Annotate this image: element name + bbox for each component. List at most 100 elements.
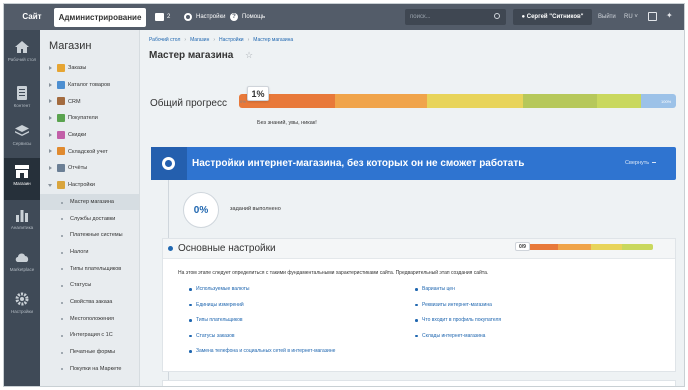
sidebar-item-orders[interactable]: Заказы [40, 60, 139, 77]
bullet-icon [61, 201, 63, 204]
star-icon[interactable]: ☆ [245, 50, 253, 61]
menu-item-analytics[interactable]: Аналитика [4, 202, 40, 244]
search-icon[interactable] [494, 13, 500, 19]
task-link[interactable]: Единицы измерений [189, 301, 335, 317]
menu-item-shop[interactable]: Магазин [4, 158, 40, 200]
expand-icon[interactable] [49, 116, 52, 121]
tasks-percent: 0% [183, 192, 219, 228]
settings-folder-icon [57, 180, 65, 189]
bullet-icon [61, 368, 63, 371]
task-link[interactable]: Что входит в профиль покупателя [415, 316, 501, 332]
user-menu-button[interactable]: ● Сергей "Ситников" [513, 9, 592, 25]
pin-icon[interactable]: ✦ [666, 11, 673, 21]
sidebar-subitem-label: Печатные формы [70, 349, 116, 356]
sidebar-subitem-locations[interactable]: Местоположения [40, 310, 139, 327]
settings-banner: Настройки интернет-магазина, без которых… [151, 147, 676, 180]
task-link[interactable]: Используемые валюты [189, 285, 335, 301]
logout-link[interactable]: Выйти [598, 10, 616, 24]
sidebar-item-crm[interactable]: CRM [40, 93, 139, 110]
sidebar-subitem-taxes[interactable]: Налоги [40, 244, 139, 261]
collapse-button[interactable]: Свернуть [625, 160, 657, 166]
menu-item-desktop[interactable]: Рабочий стол [4, 34, 40, 76]
sidebar-item-settings[interactable]: Настройки [40, 177, 139, 194]
basic-settings-card: Основные настройки 0/9 На этом этапе сле… [162, 238, 676, 372]
sidebar-item-warehouse[interactable]: Складской учет [40, 143, 139, 160]
catalog-icon [57, 80, 65, 89]
progress-bar [239, 94, 676, 108]
breadcrumb: Рабочий стол › Магазин › Настройки › Мастер… [149, 37, 294, 43]
breadcrumb-item[interactable]: Магазин [190, 37, 209, 43]
sidebar-subitem-market[interactable]: Покупки на Маркете [40, 360, 139, 377]
sidebar-subitem-delivery[interactable]: Службы доставки [40, 210, 139, 227]
sidebar-subitem-label: Мастер магазина [70, 198, 114, 205]
notifications-icon [155, 13, 164, 21]
expand-icon[interactable] [49, 66, 52, 70]
main-menu: Рабочий стол Контент Сервисы Магазин Ана… [4, 30, 40, 386]
menu-item-content[interactable]: Контент [4, 80, 40, 122]
task-link[interactable]: Реквизиты интернет-магазина [415, 301, 501, 317]
card-header[interactable]: Основные настройки 0/9 [163, 239, 675, 259]
sidebar-item-label: Настройки [68, 182, 95, 189]
notifications-button[interactable]: 2 [155, 10, 170, 24]
main-content: Рабочий стол › Магазин › Настройки › Мастер… [141, 30, 684, 386]
expand-icon[interactable] [49, 149, 52, 154]
sidebar-subitem-payment[interactable]: Платежные системы [40, 227, 139, 244]
sidebar-item-catalog[interactable]: Каталог товаров [40, 77, 139, 94]
expand-icon[interactable] [49, 99, 52, 104]
menu-label: Контент [13, 103, 31, 108]
breadcrumb-item[interactable]: Мастер магазина [253, 37, 293, 43]
sidebar-subitem-statuses[interactable]: Статусы [40, 277, 139, 294]
sidebar-item-label: Заказы [68, 65, 87, 72]
window-icon[interactable] [648, 12, 657, 21]
menu-item-services[interactable]: Сервисы [4, 118, 40, 160]
sidebar-subitem-label: Службы доставки [70, 215, 116, 222]
discounts-icon [57, 130, 65, 139]
menu-item-marketplace[interactable]: Marketplace [4, 244, 40, 286]
reports-icon [57, 164, 65, 173]
sidebar-subitem-shop-wizard[interactable]: Мастер магазина [40, 193, 139, 211]
progress-tick-start: 0% [240, 99, 246, 104]
help-icon: ? [230, 13, 238, 21]
expand-icon[interactable] [49, 132, 52, 137]
site-tab[interactable]: Сайт [12, 8, 52, 26]
admin-tab[interactable]: Администрирование [54, 8, 146, 27]
bullet-icon [61, 301, 63, 304]
menu-label: Настройки [10, 309, 34, 314]
breadcrumb-item[interactable]: Настройки [219, 37, 244, 43]
settings-link[interactable]: Настройки [184, 10, 225, 24]
breadcrumb-item[interactable]: Рабочий стол [149, 37, 180, 43]
bullet-icon [61, 284, 63, 287]
expand-icon[interactable] [49, 166, 52, 171]
task-link[interactable]: Склады интернет-магазина [415, 332, 501, 348]
task-link[interactable]: Варианты цен [415, 285, 501, 301]
sidebar-subitem-print-forms[interactable]: Печатные формы [40, 344, 139, 361]
customers-icon [57, 114, 65, 123]
sidebar-subitem-order-props[interactable]: Свойства заказа [40, 294, 139, 311]
task-link[interactable]: Замена телефона и социальных сетей в инт… [189, 347, 335, 363]
menu-label: Marketplace [9, 267, 35, 272]
next-section-card [162, 380, 676, 386]
help-link[interactable]: ? Помощь [230, 10, 265, 24]
menu-label: Сервисы [12, 141, 32, 146]
menu-item-settings[interactable]: Настройки [4, 286, 40, 328]
progress-tick-end: 100% [661, 99, 672, 104]
app-window: Сайт Администрирование 2 Настройки ? Пом… [3, 3, 685, 387]
sidebar-subitem-1c[interactable]: Интеграция с 1С [40, 327, 139, 344]
sidebar-item-customers[interactable]: Покупатели [40, 110, 139, 127]
sidebar-title: Магазин [49, 40, 92, 52]
warehouse-icon [57, 147, 65, 156]
progress-comment: Без знаний, увы, никак! [257, 120, 317, 126]
language-select[interactable]: RU ˅ [624, 10, 638, 24]
task-link[interactable]: Типы плательщиков [189, 316, 335, 332]
sidebar-item-discounts[interactable]: Скидки [40, 127, 139, 144]
gear-icon [151, 147, 187, 180]
collapse-icon[interactable] [48, 183, 52, 187]
card-description: На этом этапе следует определиться с так… [178, 270, 489, 276]
task-link[interactable]: Статусы заказов [189, 332, 335, 348]
sidebar-subitem-payer-types[interactable]: Типы плательщиков [40, 260, 139, 277]
sidebar-item-reports[interactable]: Отчёты [40, 160, 139, 177]
search-input[interactable]: поиск... [405, 9, 506, 25]
expand-icon[interactable] [49, 82, 52, 87]
sidebar-subitem-label: Местоположения [70, 315, 114, 322]
user-name: Сергей "Ситников" [526, 14, 584, 20]
